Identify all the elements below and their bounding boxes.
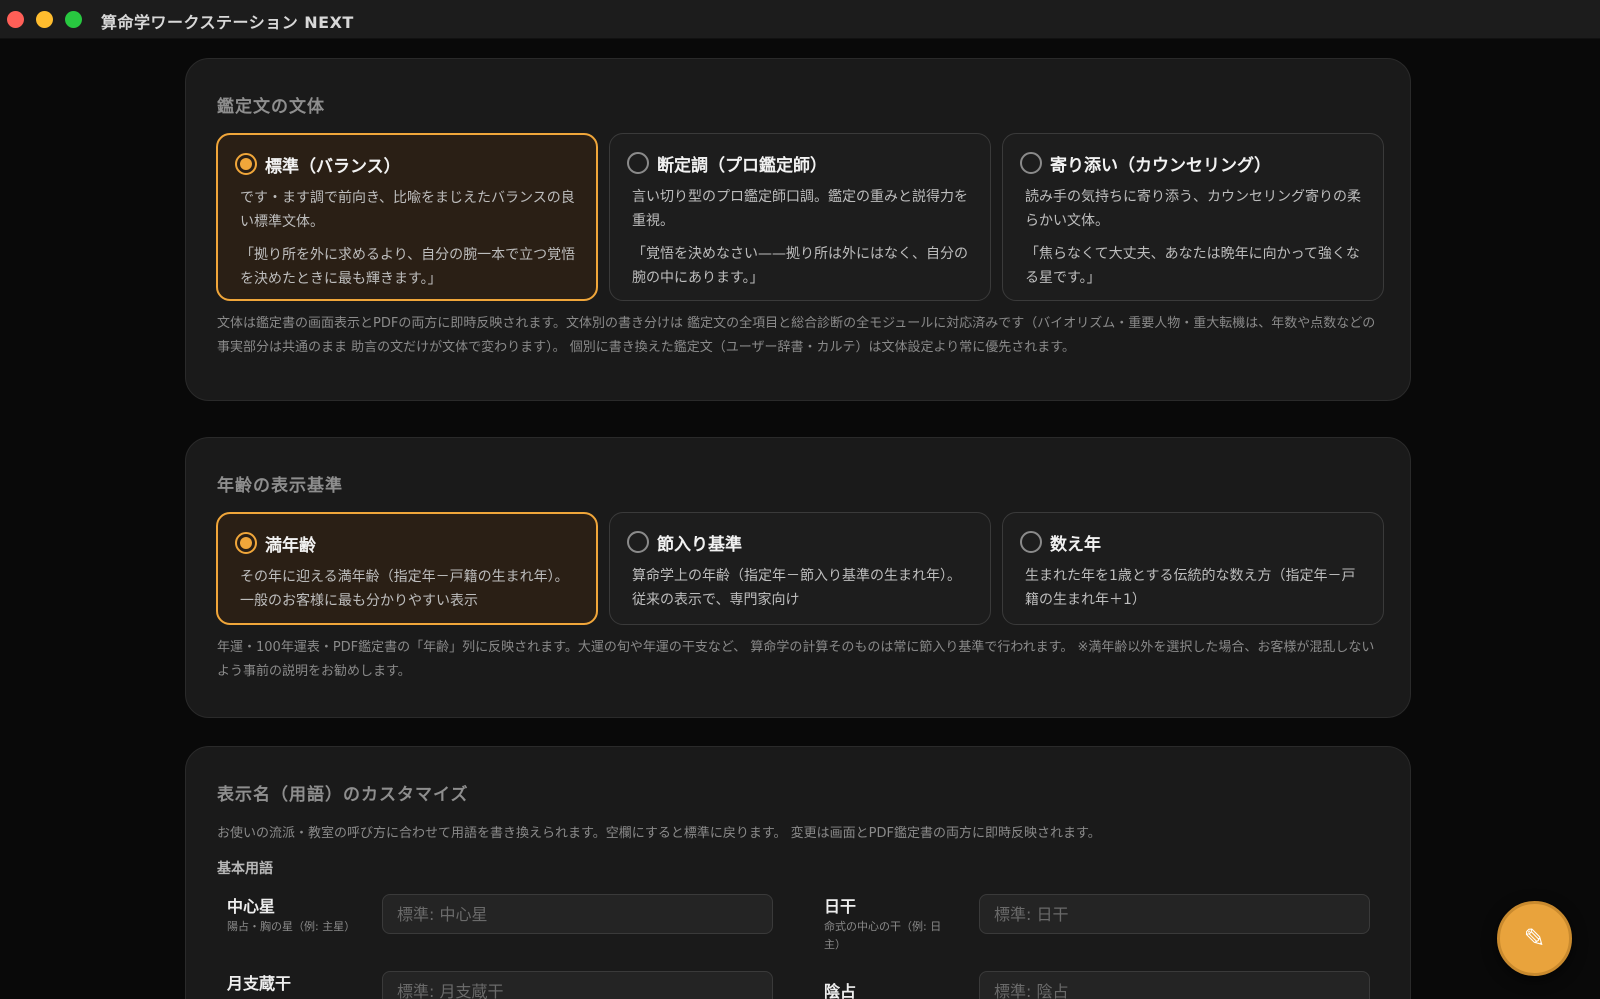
terms-customization-panel: 表示名（用語）のカスタマイズ お使いの流派・教室の呼び方に合わせて用語を書き換え… [185, 746, 1411, 999]
geppi-zoukan-input[interactable] [382, 971, 773, 999]
field-hint-chushinsei: 陽占・胸の星（例: 主星） [227, 920, 356, 933]
style-option-standard[interactable]: 標準（バランス） です・ます調で前向き、比喩をまじえたバランスの良い標準文体。 … [216, 133, 598, 301]
option-example: 「焦らなくて大丈夫、あなたは晩年に向かって強くなる星です。」 [1025, 246, 1360, 286]
writing-style-note: 文体は鑑定書の画面表示とPDFの両方に即時反映されます。文体別の書き分けは 鑑定… [217, 316, 1376, 355]
nikkan-input[interactable] [979, 894, 1370, 934]
style-option-counseling[interactable]: 寄り添い（カウンセリング） 読み手の気持ちに寄り添う、カウンセリング寄りの柔らか… [1002, 133, 1384, 301]
pencil-icon: ✎ [1523, 923, 1546, 954]
writing-style-panel: 鑑定文の文体 標準（バランス） です・ます調で前向き、比喩をまじえたバランスの良… [185, 58, 1411, 401]
zoom-window-button[interactable] [65, 11, 82, 28]
style-option-assertive[interactable]: 断定調（プロ鑑定師） 言い切り型のプロ鑑定師口調。鑑定の重みと説得力を重視。 「… [609, 133, 991, 301]
option-description: 言い切り型のプロ鑑定師口調。鑑定の重みと説得力を重視。 [632, 189, 968, 229]
field-label-chushinsei: 中心星 [227, 897, 276, 916]
minimize-window-button[interactable] [36, 11, 53, 28]
option-example: 「覚悟を決めなさい——拠り所は外にはなく、自分の腕の中にあります。」 [632, 246, 968, 286]
option-description: 算命学上の年齢（指定年－節入り基準の生まれ年）。従来の表示で、専門家向け [632, 568, 961, 608]
option-title: 節入り基準 [657, 535, 742, 555]
terms-customization-desc: お使いの流派・教室の呼び方に合わせて用語を書き換えられます。空欄にすると標準に戻… [217, 826, 1101, 841]
option-description: その年に迎える満年齢（指定年－戸籍の生まれ年）。一般のお客様に最も分かりやすい表… [240, 569, 569, 609]
radio-icon [1020, 531, 1042, 553]
option-description: です・ます調で前向き、比喩をまじえたバランスの良い標準文体。 [240, 190, 575, 230]
radio-icon [235, 153, 257, 175]
age-option-kazoe[interactable]: 数え年 生まれた年を1歳とする伝統的な数え方（指定年－戸籍の生まれ年＋1） [1002, 512, 1384, 625]
field-label-insen: 陰占 [824, 982, 857, 999]
option-description: 生まれた年を1歳とする伝統的な数え方（指定年－戸籍の生まれ年＋1） [1025, 568, 1356, 608]
chushinsei-input[interactable] [382, 894, 773, 934]
terms-customization-title: 表示名（用語）のカスタマイズ [217, 785, 469, 805]
age-option-full-age[interactable]: 満年齢 その年に迎える満年齢（指定年－戸籍の生まれ年）。一般のお客様に最も分かり… [216, 512, 598, 625]
radio-icon [627, 531, 649, 553]
radio-icon [1020, 152, 1042, 174]
age-option-setsuiri[interactable]: 節入り基準 算命学上の年齢（指定年－節入り基準の生まれ年）。従来の表示で、専門家… [609, 512, 991, 625]
field-hint-nikkan: 命式の中心の干（例: 日主） [824, 920, 942, 951]
insen-input[interactable] [979, 971, 1370, 999]
option-description: 読み手の気持ちに寄り添う、カウンセリング寄りの柔らかい文体。 [1025, 189, 1361, 229]
basic-terms-label: 基本用語 [217, 861, 273, 877]
option-title: 満年齢 [265, 536, 316, 556]
age-display-panel: 年齢の表示基準 満年齢 その年に迎える満年齢（指定年－戸籍の生まれ年）。一般のお… [185, 437, 1411, 718]
option-title: 寄り添い（カウンセリング） [1050, 156, 1271, 176]
field-label-nikkan: 日干 [824, 897, 857, 916]
radio-icon [627, 152, 649, 174]
settings-content[interactable]: 鑑定文の文体 標準（バランス） です・ます調で前向き、比喩をまじえたバランスの良… [0, 39, 1600, 999]
radio-icon [235, 532, 257, 554]
writing-style-title: 鑑定文の文体 [217, 97, 325, 117]
option-example: 「拠り所を外に求めるより、自分の腕一本で立つ覚悟を決めたときに最も輝きます。」 [240, 247, 576, 287]
edit-fab-button[interactable]: ✎ [1497, 901, 1572, 976]
option-title: 標準（バランス） [265, 157, 401, 177]
age-display-title: 年齢の表示基準 [217, 476, 343, 496]
option-title: 数え年 [1050, 535, 1101, 555]
close-window-button[interactable] [7, 11, 24, 28]
field-label-geppi-zoukan: 月支蔵干 [227, 974, 292, 993]
option-title: 断定調（プロ鑑定師） [657, 156, 827, 176]
window-title: 算命学ワークステーション NEXT [101, 13, 354, 32]
age-display-note: 年運・100年運表・PDF鑑定書の「年齢」列に反映されます。大運の旬や年運の干支… [217, 640, 1375, 679]
title-bar: 算命学ワークステーション NEXT [0, 0, 1600, 39]
